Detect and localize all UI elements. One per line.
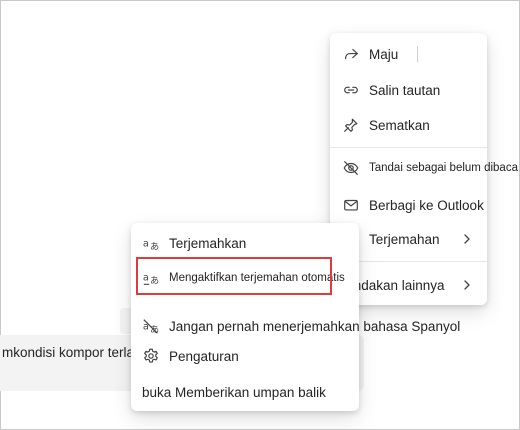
submenu-item-never-translate[interactable]: a あ Jangan pernah menerjemahkan bahasa S… bbox=[131, 310, 460, 342]
menu-item-label: Jangan pernah menerjemahkan bahasa Spany… bbox=[169, 318, 461, 334]
menu-item-label: Maju bbox=[369, 46, 399, 62]
menu-item-label: Terjemahan bbox=[369, 231, 440, 247]
menu-item-mark-unread[interactable]: Tandai sebagai belum dibaca bbox=[330, 152, 518, 184]
menu-item-label: Pengaturan bbox=[169, 348, 239, 364]
menu-item-forward[interactable]: Maju bbox=[330, 38, 487, 70]
menu-item-label: Tandai sebagai belum dibaca bbox=[369, 162, 518, 174]
svg-text:あ: あ bbox=[150, 241, 159, 252]
translation-submenu: a あ Terjemahkan a あ Mengaktifkan terjema… bbox=[131, 223, 460, 411]
menu-item-share-outlook[interactable]: Berbagi ke Outlook bbox=[330, 189, 487, 221]
submenu-item-feedback[interactable]: buka Memberikan umpan balik bbox=[131, 376, 359, 408]
menu-item-pin[interactable]: Sematkan bbox=[330, 109, 487, 141]
svg-text:a: a bbox=[143, 273, 149, 284]
submenu-item-settings[interactable]: Pengaturan bbox=[131, 340, 359, 372]
svg-text:あ: あ bbox=[150, 275, 159, 286]
menu-item-label: buka Memberikan umpan balik bbox=[142, 384, 326, 400]
translate-off-icon: a あ bbox=[141, 316, 161, 336]
svg-text:あ: あ bbox=[150, 324, 159, 335]
submenu-item-translate[interactable]: a あ Terjemahkan bbox=[131, 227, 359, 259]
menu-divider bbox=[330, 147, 487, 148]
menu-item-label: Mengaktifkan terjemahan otomatis bbox=[169, 272, 345, 284]
menu-item-label: Salin tautan bbox=[369, 82, 441, 98]
menu-item-label: Terjemahkan bbox=[169, 235, 247, 251]
pin-icon bbox=[341, 115, 361, 135]
mail-icon bbox=[341, 195, 361, 215]
gear-icon bbox=[141, 346, 161, 366]
menu-item-copy-link[interactable]: Salin tautan bbox=[330, 74, 487, 106]
eye-off-icon bbox=[341, 158, 361, 178]
message-text: mkondisi kompor terlalu bbox=[2, 345, 145, 360]
chevron-right-icon bbox=[464, 234, 470, 244]
divider-mark bbox=[417, 46, 418, 62]
auto-translate-icon: a あ bbox=[141, 268, 161, 288]
forward-arrow-icon bbox=[341, 44, 361, 64]
menu-item-label: Berbagi ke Outlook bbox=[369, 197, 484, 213]
menu-item-label: Sematkan bbox=[369, 117, 430, 133]
chevron-right-icon bbox=[464, 280, 470, 290]
link-icon bbox=[341, 80, 361, 100]
svg-text:a: a bbox=[143, 239, 149, 250]
translate-icon: a あ bbox=[141, 233, 161, 253]
submenu-item-auto-translate[interactable]: a あ Mengaktifkan terjemahan otomatis bbox=[131, 262, 359, 294]
